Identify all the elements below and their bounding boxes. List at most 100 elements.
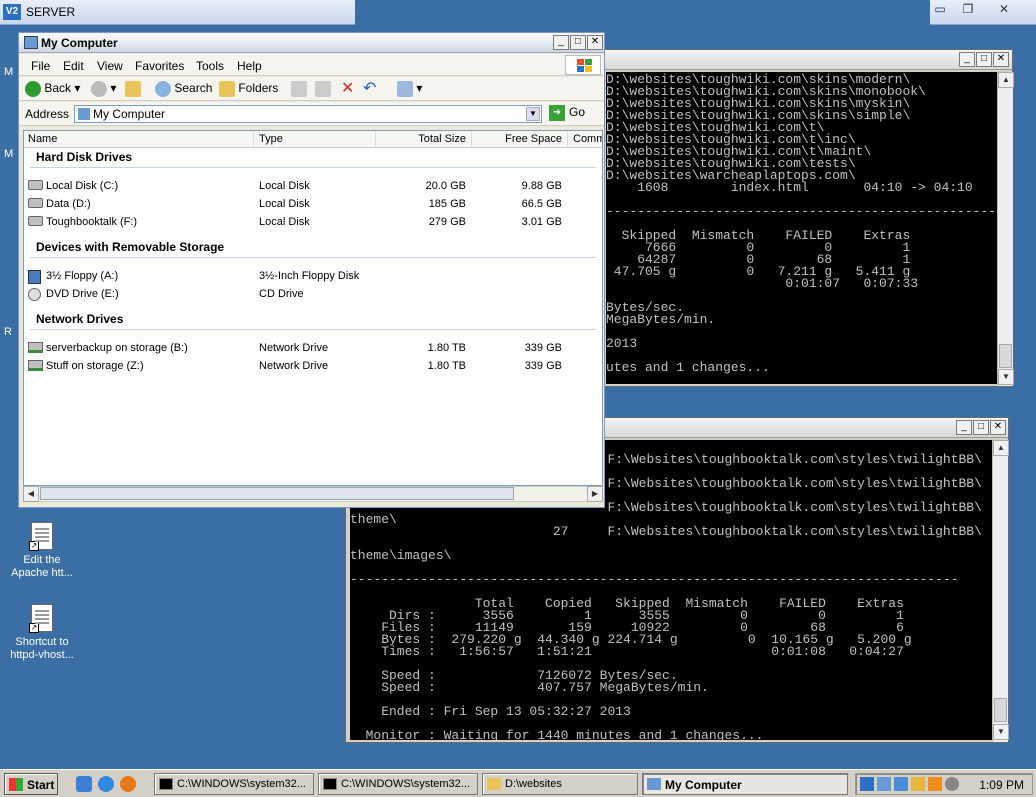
desktop: V2 SERVER ▭ ❐ ✕ M M R ↗ Edit the Apache … (0, 0, 1036, 797)
menu-help[interactable]: Help (237, 59, 262, 73)
internet-explorer-icon[interactable] (98, 776, 114, 792)
delete-button[interactable]: ✕ (341, 78, 354, 98)
menu-tools[interactable]: Tools (196, 59, 224, 73)
up-folder-button[interactable] (125, 81, 141, 97)
scroll-thumb[interactable] (40, 487, 514, 500)
copy-to-icon (315, 81, 331, 97)
drive-free-space: 66.5 GB (521, 198, 562, 210)
clock[interactable]: 1:09 PM (979, 778, 1024, 792)
vnc-tray-icon[interactable] (860, 777, 874, 791)
address-input[interactable]: My Computer ▼ (74, 105, 542, 123)
menu-view[interactable]: View (97, 59, 123, 73)
console-line: 27 F:\Websites\toughbooktalk.com\styles\… (350, 524, 982, 539)
column-type[interactable]: Type (254, 131, 376, 148)
drive-total-size: 279 GB (428, 216, 466, 228)
hard-drive-icon (28, 198, 43, 208)
maximize-button[interactable]: □ (570, 35, 586, 50)
console-scrollbar[interactable]: ▲ ▼ (992, 440, 1009, 742)
views-button[interactable]: ▾ (397, 81, 422, 97)
drive-name: Toughbooktalk (F:) (46, 216, 138, 228)
my-computer-window[interactable]: My Computer _ □ ✕ File Edit View Favorit… (18, 32, 605, 508)
back-button[interactable]: Back ▾ (25, 81, 80, 97)
maximize-button[interactable]: □ (976, 52, 992, 67)
maximize-button[interactable]: □ (973, 420, 989, 435)
document-icon: ↗ (29, 522, 53, 551)
vnc-close-button[interactable]: ✕ (992, 2, 1016, 18)
tray-icon[interactable] (928, 777, 942, 791)
search-label: Search (174, 81, 213, 96)
column-name[interactable]: Name (24, 131, 254, 148)
back-arrow-icon (25, 81, 41, 97)
window-title: My Computer (41, 36, 118, 50)
vnc-minimize-button[interactable]: ▭ (928, 2, 952, 18)
taskbar-item-cmd-1[interactable]: C:\WINDOWS\system32... (154, 773, 314, 795)
scroll-up-arrow-icon[interactable]: ▲ (998, 72, 1014, 88)
minimize-button[interactable]: _ (956, 420, 972, 435)
move-to-button[interactable] (291, 81, 307, 97)
forward-button[interactable]: ▾ (91, 81, 116, 97)
undo-icon: ↶ (363, 80, 377, 97)
taskbar-item-label: C:\WINDOWS\system32... (177, 778, 306, 790)
console-window-top[interactable]: _ □ ✕ D:\websites\toughwiki.com\skins\mo… (595, 49, 1014, 387)
drive-row[interactable]: Data (D:) Local Disk 185 GB 66.5 GB (24, 197, 602, 213)
undo-button[interactable]: ↶ (363, 78, 376, 98)
desktop-shortcut-httpd-vhosts[interactable]: ↗ Shortcut to httpd-vhost... (7, 604, 77, 662)
console-scrollbar[interactable]: ▲ ▼ (997, 72, 1014, 386)
copy-to-button[interactable] (315, 81, 331, 97)
shortcut-arrow-icon: ↗ (29, 541, 39, 551)
tray-icon[interactable] (894, 777, 908, 791)
chevron-down-icon[interactable]: ▼ (526, 107, 540, 121)
start-button[interactable]: Start (4, 773, 58, 795)
column-free-space[interactable]: Free Space (472, 131, 568, 148)
scroll-left-arrow-icon[interactable]: ◀ (23, 486, 39, 502)
scroll-thumb[interactable] (999, 344, 1012, 368)
taskbar-item-my-computer[interactable]: My Computer (642, 773, 848, 795)
drive-free-space: 3.01 GB (521, 216, 562, 228)
vnc-logo-icon: V2 (3, 4, 21, 20)
drive-row[interactable]: DVD Drive (E:) CD Drive (24, 287, 602, 303)
search-button[interactable]: Search (155, 81, 212, 97)
drive-row[interactable]: Stuff on storage (Z:) Network Drive 1.80 T… (24, 359, 602, 375)
scroll-thumb[interactable] (994, 698, 1007, 722)
desktop-shortcut-apache[interactable]: ↗ Edit the Apache htt... (7, 522, 77, 580)
scroll-up-arrow-icon[interactable]: ▲ (993, 440, 1009, 456)
move-to-icon (291, 81, 307, 97)
drive-row[interactable]: Local Disk (C:) Local Disk 20.0 GB 9.88 GB (24, 179, 602, 195)
column-comments[interactable]: Comm (568, 131, 602, 148)
taskbar-item-websites[interactable]: D:\websites (482, 773, 638, 795)
menu-favorites[interactable]: Favorites (135, 59, 184, 73)
drive-row[interactable]: serverbackup on storage (B:) Network Driv… (24, 341, 602, 357)
desktop-shortcut-label: Shortcut to httpd-vhost... (10, 636, 74, 661)
back-label: Back (44, 81, 72, 96)
drive-row[interactable]: 3½ Floppy (A:) 3½-Inch Floppy Disk (24, 269, 602, 285)
menu-edit[interactable]: Edit (63, 59, 84, 73)
folders-icon (219, 81, 235, 97)
vnc-restore-button[interactable]: ❐ (956, 2, 980, 18)
menu-file[interactable]: File (31, 59, 50, 73)
scroll-down-arrow-icon[interactable]: ▼ (993, 724, 1009, 740)
close-button[interactable]: ✕ (587, 35, 603, 50)
close-button[interactable]: ✕ (990, 420, 1006, 435)
scroll-down-arrow-icon[interactable]: ▼ (998, 369, 1014, 385)
scroll-right-arrow-icon[interactable]: ▶ (587, 486, 603, 502)
go-button[interactable]: ➜ Go (549, 105, 585, 121)
minimize-button[interactable]: _ (959, 52, 975, 67)
shield-icon[interactable] (911, 777, 925, 791)
computer-icon (78, 108, 90, 120)
minimize-button[interactable]: _ (553, 35, 569, 50)
column-total-size[interactable]: Total Size (376, 131, 472, 148)
firefox-icon[interactable] (120, 776, 136, 792)
network-tray-icon[interactable] (877, 777, 891, 791)
drive-type: CD Drive (259, 288, 304, 300)
taskbar-item-cmd-2[interactable]: C:\WINDOWS\system32... (318, 773, 478, 795)
show-desktop-icon[interactable] (76, 776, 92, 792)
drive-row[interactable]: Toughbooktalk (F:) Local Disk 279 GB 3.01 G… (24, 215, 602, 231)
tray-icon[interactable] (945, 777, 959, 791)
drive-list[interactable]: Name Type Total Size Free Space Comm Har… (23, 130, 603, 486)
folders-button[interactable]: Folders (219, 81, 278, 97)
close-button[interactable]: ✕ (993, 52, 1009, 67)
computer-icon (647, 778, 661, 790)
drive-free-space: 9.88 GB (521, 180, 562, 192)
horizontal-scrollbar[interactable]: ◀ ▶ (23, 486, 603, 502)
vnc-window-title: SERVER (26, 5, 76, 19)
